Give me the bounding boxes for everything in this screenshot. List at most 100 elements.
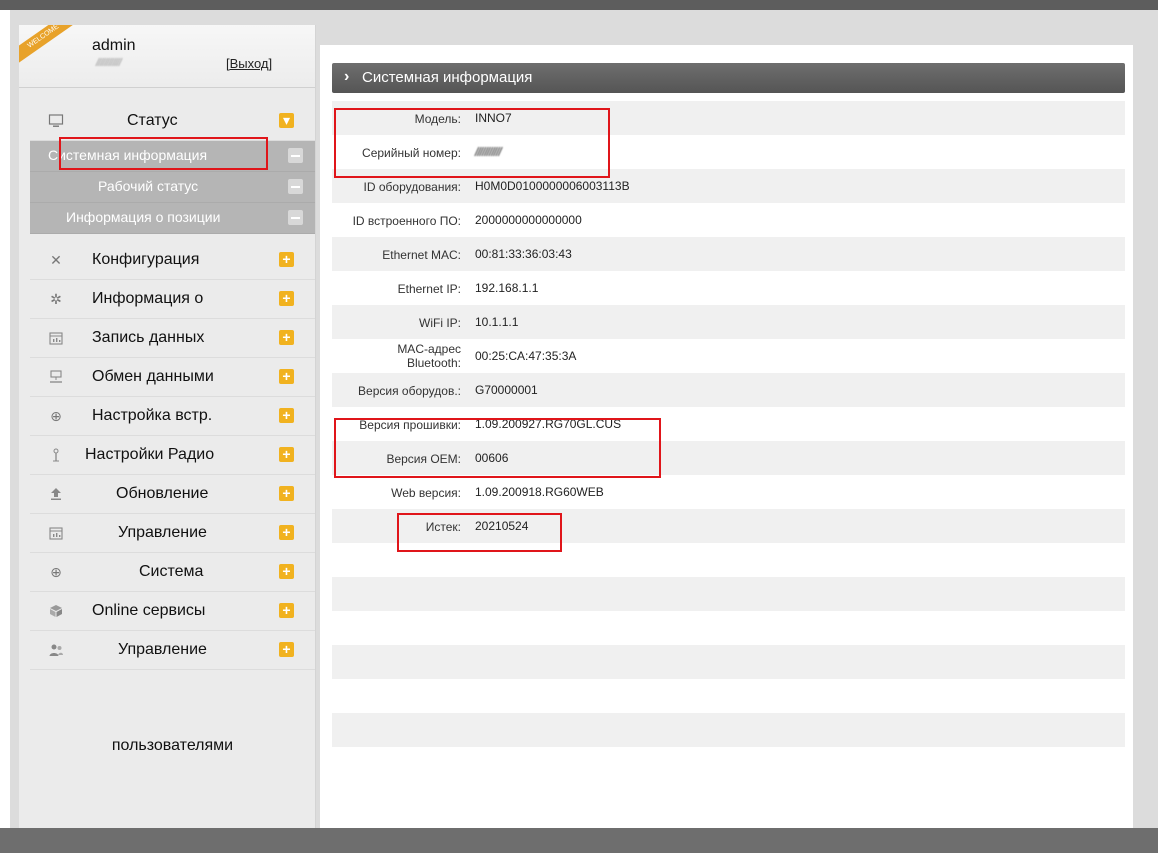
info-row-bluetooth-mac: MAC-адрес Bluetooth: 00:25:CA:47:35:3A	[332, 339, 1125, 373]
info-key: WiFi IP:	[419, 316, 461, 330]
info-value: 00:81:33:36:03:43	[475, 247, 572, 261]
info-row-firmware-version: Версия прошивки: 1.09.200927.RG70GL.CUS	[332, 407, 1125, 441]
sidebar-item-label: Online сервисы	[92, 602, 206, 619]
sidebar-item-label: Статус	[127, 112, 178, 129]
info-value: 00:25:CA:47:35:3A	[475, 349, 577, 363]
empty-row	[332, 543, 1125, 577]
tools-icon: ✕	[50, 252, 62, 268]
info-key: Версия оборудов.:	[358, 384, 461, 398]
info-key: Ethernet IP:	[397, 282, 461, 296]
chevron-right-icon: ›	[344, 68, 350, 85]
sidebar-item-label: Информация о	[92, 290, 204, 307]
subitem-position-info[interactable]: Информация о позиции	[30, 203, 315, 234]
empty-row	[332, 713, 1125, 747]
sidebar-item-label: Запись данных	[92, 329, 205, 346]
info-value-blurred: ///////////	[475, 145, 502, 159]
info-value: H0M0D0100000006003113B	[475, 179, 630, 193]
plus-icon[interactable]: +	[279, 525, 294, 540]
subitem-label: Информация о позиции	[66, 209, 221, 225]
monitor-icon	[48, 113, 64, 129]
sidebar-item-data-record[interactable]: Запись данных +	[30, 319, 315, 358]
subitem-work-status[interactable]: Рабочий статус	[30, 172, 315, 203]
info-row-serial: Серийный номер: ///////////	[332, 135, 1125, 169]
collapse-icon[interactable]	[288, 210, 303, 225]
collapse-icon[interactable]	[288, 148, 303, 163]
user-blurred-text: ////////////	[96, 57, 122, 69]
main-content: › Системная информация Модель: INNO7 Сер…	[320, 45, 1133, 828]
plus-icon[interactable]: +	[279, 603, 294, 618]
sidebar-item-user-management[interactable]: Управление +	[30, 631, 315, 670]
sidebar-item-label: Конфигурация	[92, 251, 200, 268]
sidebar-item-label: Настройка встр.	[92, 407, 213, 424]
user-name: admin	[92, 37, 136, 54]
plus-icon[interactable]: +	[279, 330, 294, 345]
sidebar-item-label-continuation: пользователями	[111, 737, 234, 754]
plus-icon[interactable]: +	[279, 408, 294, 423]
info-key: ID оборудования:	[363, 180, 461, 194]
sidebar-item-label: Управление	[118, 524, 207, 541]
sidebar-item-online-services[interactable]: Online сервисы +	[30, 592, 315, 631]
info-key: Web версия:	[391, 486, 461, 500]
info-key: Версия прошивки:	[359, 418, 461, 432]
calendar-chart-icon	[48, 330, 64, 346]
user-box: WELCOME admin //////////// [Выход]	[19, 25, 315, 88]
subitem-label: Рабочий статус	[98, 178, 199, 194]
expand-icon[interactable]: ▾	[279, 113, 294, 128]
welcome-badge: WELCOME	[19, 25, 80, 68]
info-value: 1.09.200918.RG60WEB	[475, 485, 604, 499]
sidebar-item-data-exchange[interactable]: Обмен данными +	[30, 358, 315, 397]
calendar-chart-icon	[48, 525, 64, 541]
info-value: 1.09.200927.RG70GL.CUS	[475, 417, 622, 431]
info-value: G70000001	[475, 383, 538, 397]
plus-icon[interactable]: +	[279, 564, 294, 579]
sidebar-item-label: Настройки Радио	[85, 446, 215, 463]
sidebar-item-system[interactable]: ⊕ Система +	[30, 553, 315, 592]
empty-row	[332, 645, 1125, 679]
cloud-box-icon	[48, 603, 64, 619]
plus-icon[interactable]: +	[279, 486, 294, 501]
sidebar-item-status[interactable]: Статус ▾	[30, 102, 315, 141]
user-blurred-info: ////////////	[96, 57, 216, 69]
sidebar-item-management[interactable]: Управление +	[30, 514, 315, 553]
section-title: Системная информация	[362, 69, 533, 86]
info-row-device-id: ID оборудования: H0M0D0100000006003113B	[332, 169, 1125, 203]
info-key: MAC-адрес Bluetooth:	[397, 342, 461, 370]
subitem-label: Системная информация	[48, 147, 208, 163]
collapse-icon[interactable]	[288, 179, 303, 194]
bottom-bar	[0, 828, 1158, 853]
logout-link[interactable]: [Выход]	[226, 56, 272, 71]
sidebar-item-embedded-settings[interactable]: ⊕ Настройка встр. +	[30, 397, 315, 436]
upload-icon	[48, 486, 64, 502]
sidebar-item-update[interactable]: Обновление +	[30, 475, 315, 514]
sidebar-item-radio-settings[interactable]: Настройки Радио +	[30, 436, 315, 475]
empty-row	[332, 679, 1125, 713]
sidebar: WELCOME admin //////////// [Выход] Стату…	[19, 25, 316, 828]
info-value: 192.168.1.1	[475, 281, 539, 295]
subitem-system-info[interactable]: Системная информация	[30, 141, 315, 172]
info-key: Версия OEM:	[386, 452, 461, 466]
users-icon	[48, 642, 64, 658]
plus-icon[interactable]: +	[279, 252, 294, 267]
sidebar-item-configuration[interactable]: ✕ Конфигурация +	[30, 241, 315, 280]
sidebar-item-label: Обмен данными	[92, 368, 214, 385]
empty-row	[332, 611, 1125, 645]
plus-icon[interactable]: +	[279, 291, 294, 306]
plus-icon[interactable]: +	[279, 369, 294, 384]
info-row-hardware-version: Версия оборудов.: G70000001	[332, 373, 1125, 407]
globe-icon: ⊕	[50, 564, 62, 580]
sidebar-item-information[interactable]: ✲ Информация о +	[30, 280, 315, 319]
info-row-firmware-id: ID встроенного ПО: 2000000000000000	[332, 203, 1125, 237]
info-value: 10.1.1.1	[475, 315, 519, 329]
plus-icon[interactable]: +	[279, 447, 294, 462]
info-row-ethernet-mac: Ethernet MAC: 00:81:33:36:03:43	[332, 237, 1125, 271]
empty-row	[332, 747, 1125, 781]
info-row-oem-version: Версия OEM: 00606	[332, 441, 1125, 475]
welcome-badge-text: WELCOME	[26, 25, 61, 50]
plus-icon[interactable]: +	[279, 642, 294, 657]
info-row-ethernet-ip: Ethernet IP: 192.168.1.1	[332, 271, 1125, 305]
info-value: 2000000000000000	[475, 213, 582, 227]
info-row-web-version: Web версия: 1.09.200918.RG60WEB	[332, 475, 1125, 509]
globe-icon: ⊕	[50, 408, 62, 424]
info-key: Истек:	[425, 520, 461, 534]
top-bar	[0, 0, 1158, 10]
